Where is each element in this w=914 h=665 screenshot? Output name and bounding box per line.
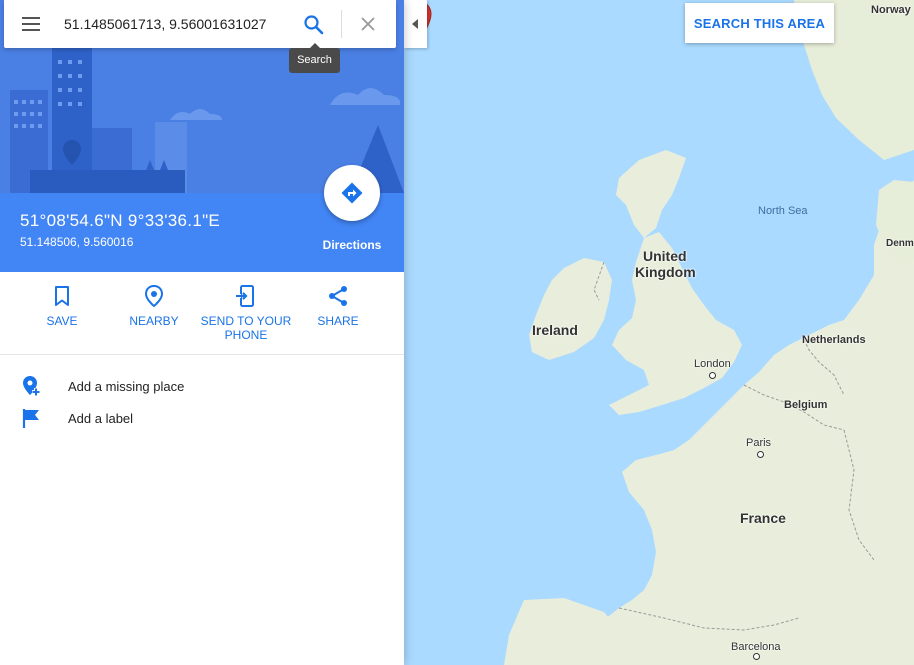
map-label-london: London	[694, 358, 731, 370]
search-this-area-button[interactable]: SEARCH THIS AREA	[685, 3, 834, 43]
close-icon[interactable]	[358, 14, 378, 34]
add-missing-place-link[interactable]: Add a missing place	[0, 371, 404, 403]
divider	[0, 354, 404, 355]
map-label-barcelona: Barcelona	[731, 641, 781, 653]
map-label-united-kingdom-line2: Kingdom	[635, 264, 696, 280]
city-dot-barcelona	[753, 653, 760, 660]
share-label: SHARE	[317, 314, 359, 328]
add-label-link[interactable]: Add a label	[0, 403, 404, 435]
search-input[interactable]	[64, 10, 286, 38]
bookmark-icon	[55, 286, 69, 306]
map-label-united-kingdom-line1: United	[643, 248, 687, 264]
map-canvas[interactable]: Norway North Sea Denm United Kingdom Ire…	[404, 0, 914, 665]
city-dot-london	[709, 372, 716, 379]
send-to-phone-label: SEND TO YOUR PHONE	[200, 314, 292, 342]
nearby-icon	[144, 284, 164, 308]
map-label-france: France	[740, 510, 786, 526]
map-label-netherlands: Netherlands	[802, 334, 866, 346]
map-label-ireland: Ireland	[532, 322, 578, 338]
map-label-paris: Paris	[746, 437, 772, 449]
share-button[interactable]: SHARE	[292, 284, 384, 328]
nearby-label: NEARBY	[129, 314, 179, 328]
map-label-denmark: Denm	[886, 238, 914, 249]
collapse-panel-button[interactable]	[404, 0, 427, 48]
coordinates-decimal: 51.148506, 9.560016	[20, 235, 134, 249]
triangle-left-icon	[412, 19, 418, 29]
add-location-icon	[23, 376, 40, 396]
add-missing-place-label: Add a missing place	[68, 379, 185, 394]
map-label-norway: Norway	[871, 4, 911, 16]
save-label: SAVE	[46, 314, 78, 328]
city-dot-paris	[757, 451, 764, 458]
send-to-phone-button[interactable]: SEND TO YOUR PHONE	[200, 284, 292, 342]
search-divider	[341, 10, 342, 38]
add-label-label: Add a label	[68, 411, 134, 426]
flag-icon	[22, 409, 39, 428]
search-tooltip: Search	[289, 43, 340, 73]
directions-button[interactable]	[324, 165, 380, 221]
search-icon[interactable]	[302, 13, 326, 37]
save-button[interactable]: SAVE	[16, 284, 108, 328]
directions-icon	[341, 182, 363, 204]
menu-icon[interactable]	[20, 14, 44, 34]
directions-label[interactable]: Directions	[300, 238, 404, 252]
map-label-belgium: Belgium	[784, 399, 828, 411]
side-panel: 51°08'54.6"N 9°33'36.1"E 51.148506, 9.56…	[0, 0, 404, 665]
share-icon	[329, 286, 347, 306]
map-label-north-sea: North Sea	[758, 205, 808, 217]
search-box	[4, 0, 396, 48]
coordinates-dms: 51°08'54.6"N 9°33'36.1"E	[20, 211, 221, 230]
nearby-button[interactable]: NEARBY	[108, 284, 200, 328]
send-to-phone-icon	[234, 285, 254, 307]
map-land	[504, 0, 914, 665]
